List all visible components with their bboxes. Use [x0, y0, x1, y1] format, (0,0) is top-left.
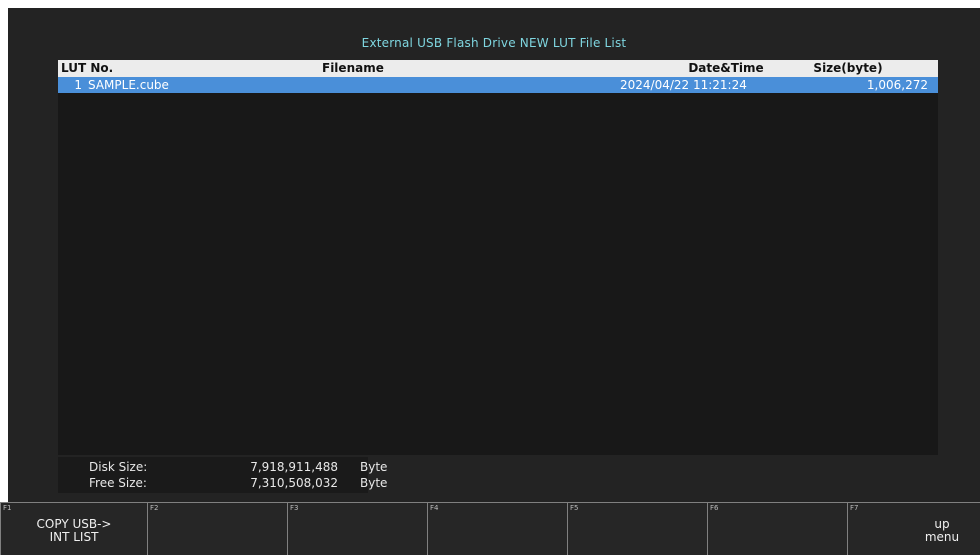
cell-datetime: 2024/04/22 11:21:24 [620, 78, 747, 92]
f6-button[interactable]: F6 [707, 502, 847, 555]
f7-label: up menu [924, 517, 960, 544]
f2-button[interactable]: F2 [147, 502, 287, 555]
function-key-bar: F1 COPY USB-> INT LIST F2 F3 F4 F5 F6 F7… [0, 502, 980, 555]
f3-button[interactable]: F3 [287, 502, 427, 555]
lut-file-list-screen: External USB Flash Drive NEW LUT File Li… [8, 8, 980, 555]
f3-key-number: F3 [290, 504, 299, 512]
f7-key-number: F7 [850, 504, 859, 512]
cell-lut-no: 1 [74, 78, 82, 92]
disk-size-unit: Byte [360, 460, 388, 474]
disk-info-panel: Disk Size: 7,918,911,488 Byte Free Size:… [58, 457, 387, 493]
f4-button[interactable]: F4 [427, 502, 567, 555]
disk-size-label: Disk Size: [89, 460, 148, 474]
disk-size-row: Disk Size: 7,918,911,488 Byte [58, 459, 387, 475]
free-size-label: Free Size: [89, 476, 147, 490]
table-row[interactable]: 1 SAMPLE.cube 2024/04/22 11:21:24 1,006,… [58, 77, 938, 93]
f1-key-number: F1 [3, 504, 12, 512]
table-header: LUT No. Filename Date&Time Size(byte) [58, 60, 938, 77]
column-header-size[interactable]: Size(byte) [798, 60, 898, 77]
file-list-table: LUT No. Filename Date&Time Size(byte) 1 … [58, 60, 938, 455]
f6-key-number: F6 [710, 504, 719, 512]
f5-button[interactable]: F5 [567, 502, 707, 555]
f5-key-number: F5 [570, 504, 579, 512]
disk-size-value: 7,918,911,488 [250, 460, 338, 474]
f1-label: COPY USB-> INT LIST [36, 517, 112, 544]
f2-key-number: F2 [150, 504, 159, 512]
free-size-unit: Byte [360, 476, 388, 490]
cell-size: 1,006,272 [866, 78, 928, 92]
f4-key-number: F4 [430, 504, 439, 512]
column-header-filename[interactable]: Filename [322, 60, 384, 77]
free-size-row: Free Size: 7,310,508,032 Byte [58, 475, 387, 491]
f1-copy-usb-int-list-button[interactable]: F1 COPY USB-> INT LIST [0, 502, 147, 555]
page-title: External USB Flash Drive NEW LUT File Li… [361, 36, 627, 50]
free-size-value: 7,310,508,032 [250, 476, 338, 490]
f7-up-menu-button[interactable]: F7 up menu [847, 502, 980, 555]
cell-filename: SAMPLE.cube [88, 78, 169, 92]
column-header-datetime[interactable]: Date&Time [666, 60, 786, 77]
column-header-lut-no[interactable]: LUT No. [61, 60, 113, 77]
